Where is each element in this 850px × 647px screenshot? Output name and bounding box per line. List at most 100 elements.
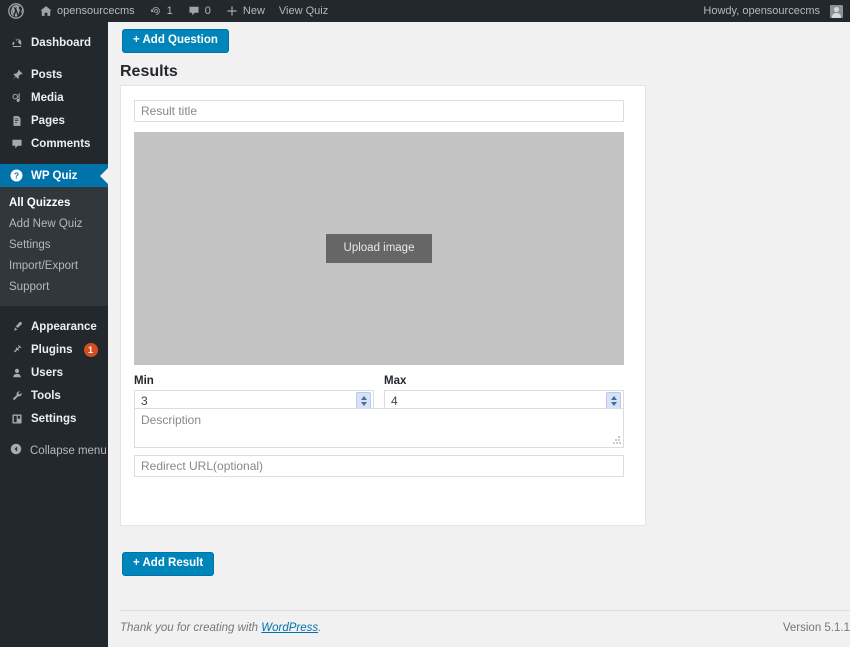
sidebar-item-plugins[interactable]: Plugins 1 (0, 338, 108, 361)
view-quiz-label: View Quiz (278, 5, 329, 17)
user-avatar-icon (830, 4, 843, 18)
sidebar-item-comments[interactable]: Comments (0, 132, 108, 155)
admin-bar-right: Howdy, opensourcecms (696, 0, 850, 22)
collapse-arrow-icon (9, 442, 23, 459)
sidebar-item-tools[interactable]: Tools (0, 384, 108, 407)
sidebar-item-label: Tools (31, 389, 61, 402)
max-field-group: Max (384, 375, 624, 412)
sidebar-separator-2 (0, 155, 108, 164)
add-question-wrapper: + Add Question (122, 29, 229, 53)
sidebar-item-posts[interactable]: Posts (0, 63, 108, 86)
paintbrush-icon (9, 320, 24, 334)
sidebar-subitem-label: Settings (9, 239, 51, 251)
sidebar-item-label: Posts (31, 68, 63, 81)
sidebar-subitem-settings[interactable]: Settings (0, 235, 108, 256)
sidebar-item-label: Comments (31, 137, 91, 150)
dashboard-icon (9, 36, 24, 50)
redirect-url-input[interactable] (134, 455, 624, 477)
admin-footer: Thank you for creating with WordPress. V… (120, 610, 850, 634)
comments-count: 0 (204, 5, 211, 17)
min-label: Min (134, 375, 154, 387)
updates-count: 1 (166, 5, 173, 17)
updates-icon (149, 4, 163, 18)
results-heading: Results (120, 63, 178, 80)
sidebar-subitem-import-export[interactable]: Import/Export (0, 256, 108, 277)
sidebar-item-settings[interactable]: Settings (0, 407, 108, 430)
wordpress-logo-button[interactable] (0, 0, 32, 22)
footer-thanks-suffix: . (318, 622, 322, 634)
sidebar-item-label: Media (31, 91, 64, 104)
footer-thanks-text: Thank you for creating with WordPress. (120, 622, 321, 634)
sidebar-item-appearance[interactable]: Appearance (0, 315, 108, 338)
settings-icon (9, 412, 24, 426)
users-icon (9, 366, 24, 380)
new-content-menu[interactable]: New (218, 0, 272, 22)
min-max-row: Min Max (134, 375, 624, 412)
plug-icon (9, 343, 24, 357)
plugins-update-badge: 1 (83, 342, 98, 357)
collapse-menu-label: Collapse menu (30, 444, 107, 457)
collapse-menu-button[interactable]: Collapse menu (0, 439, 108, 462)
result-title-input[interactable] (134, 100, 624, 122)
view-quiz-link[interactable]: View Quiz (272, 0, 335, 22)
sidebar-item-label: Plugins (31, 343, 73, 356)
sidebar-item-label: Users (31, 366, 63, 379)
sidebar-subitem-label: All Quizzes (9, 197, 71, 209)
max-label: Max (384, 375, 407, 387)
spinner-down-arrow-icon[interactable] (610, 402, 617, 406)
upload-image-button[interactable]: Upload image (325, 234, 433, 263)
page-icon (9, 114, 24, 128)
spinner-down-arrow-icon[interactable] (360, 402, 367, 406)
comment-icon (9, 137, 24, 151)
home-icon (39, 4, 53, 18)
result-panel: Upload image Min Max (120, 85, 646, 526)
spinner-up-arrow-icon[interactable] (360, 396, 367, 400)
sidebar-item-label: Dashboard (31, 36, 92, 49)
admin-bar: opensourcecms 1 0 New View Quiz Howdy, o… (0, 0, 850, 22)
sidebar-subitem-label: Import/Export (9, 260, 79, 272)
sidebar-subitem-label: Add New Quiz (9, 218, 83, 230)
sidebar-item-wp-quiz[interactable]: ? WP Quiz (0, 164, 108, 187)
sidebar-item-label: Settings (31, 412, 77, 425)
sidebar-separator-3 (0, 306, 108, 315)
redirect-url-field-wrapper (134, 455, 624, 477)
main-content: + Add Question Results Upload image Min (108, 22, 850, 647)
add-result-button[interactable]: + Add Result (122, 552, 215, 576)
comments-menu[interactable]: 0 (180, 0, 218, 22)
sidebar-item-dashboard[interactable]: Dashboard (0, 31, 108, 54)
sidebar-item-users[interactable]: Users (0, 361, 108, 384)
description-textarea[interactable] (134, 408, 624, 448)
wp-quiz-submenu: All Quizzes Add New Quiz Settings Import… (0, 187, 108, 306)
updates-menu[interactable]: 1 (142, 0, 180, 22)
sidebar-subitem-all-quizzes[interactable]: All Quizzes (0, 193, 108, 214)
howdy-label: Howdy, opensourcecms (703, 5, 820, 17)
admin-sidebar: Dashboard Posts Media Pages Comments ? W… (0, 22, 108, 647)
add-question-button[interactable]: + Add Question (122, 29, 229, 53)
sidebar-item-label: WP Quiz (31, 169, 78, 182)
sidebar-subitem-add-new-quiz[interactable]: Add New Quiz (0, 214, 108, 235)
footer-version: Version 5.1.1 (782, 622, 850, 634)
result-image-placeholder[interactable]: Upload image (134, 132, 624, 365)
footer-thanks-prefix: Thank you for creating with (120, 622, 262, 634)
result-title-field-wrapper (134, 100, 624, 122)
sidebar-item-label: Pages (31, 114, 65, 127)
wordpress-link[interactable]: WordPress (261, 622, 318, 634)
sidebar-item-media[interactable]: Media (0, 86, 108, 109)
description-field-wrapper (134, 408, 624, 448)
question-mark-icon: ? (9, 168, 24, 183)
min-field-group: Min (134, 375, 374, 412)
sidebar-item-pages[interactable]: Pages (0, 109, 108, 132)
sidebar-separator-1 (0, 54, 108, 63)
sidebar-subitem-label: Support (9, 281, 50, 293)
sidebar-subitem-support[interactable]: Support (0, 277, 108, 298)
comment-bubble-icon (187, 4, 201, 18)
add-result-wrapper: + Add Result (122, 552, 215, 576)
sidebar-item-label: Appearance (31, 320, 97, 333)
svg-text:?: ? (14, 172, 19, 181)
sidebar-top-spacer (0, 22, 108, 31)
spinner-up-arrow-icon[interactable] (610, 396, 617, 400)
my-account-menu[interactable]: Howdy, opensourcecms (696, 0, 850, 22)
site-name-menu[interactable]: opensourcecms (32, 0, 142, 22)
pin-icon (9, 68, 24, 82)
wordpress-logo-icon (8, 3, 24, 19)
